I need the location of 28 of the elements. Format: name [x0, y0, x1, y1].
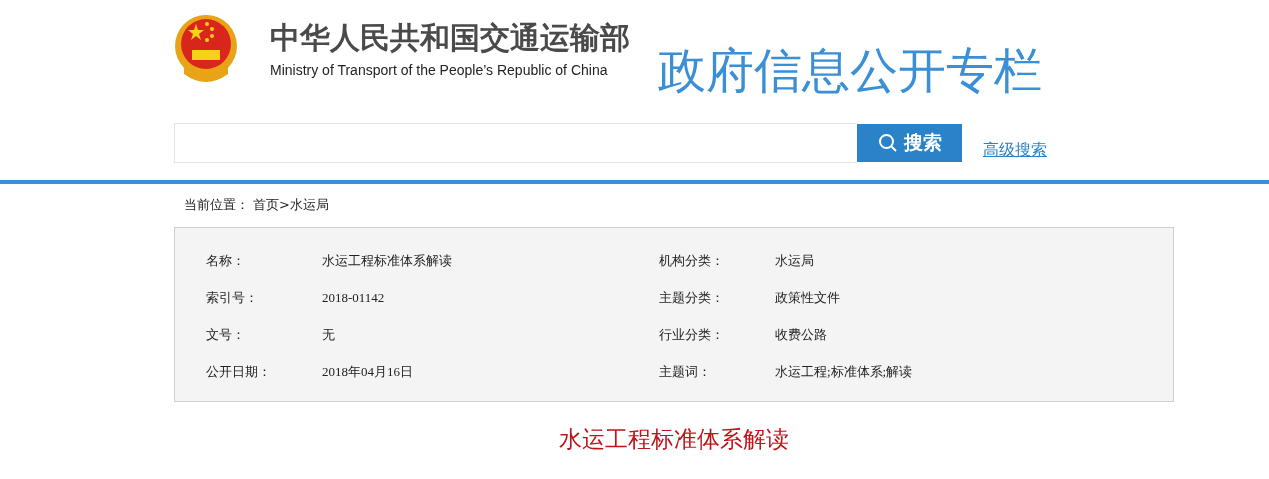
field-value: 水运局 — [775, 251, 814, 270]
field-label: 机构分类： — [659, 251, 725, 270]
field-value: 2018年04月16日 — [322, 362, 413, 381]
field-label: 文号： — [206, 325, 246, 344]
field-label: 索引号： — [206, 288, 259, 307]
field-value: 2018-01142 — [322, 289, 385, 306]
ministry-name-english: Ministry of Transport of the People’s Republic of China — [270, 62, 609, 78]
field-label: 行业分类： — [659, 325, 725, 344]
field-label: 主题词： — [659, 362, 712, 381]
search-icon — [877, 133, 898, 153]
article-title: 水运工程标准体系解读 — [559, 426, 789, 454]
emblem-icon — [174, 12, 238, 82]
breadcrumb-current: >水运局 — [279, 196, 329, 214]
field-label: 公开日期： — [206, 362, 272, 381]
field-label: 主题分类： — [659, 288, 725, 307]
advanced-search-link[interactable]: 高级搜索 — [983, 139, 1047, 161]
field-value: 政策性文件 — [775, 288, 840, 307]
search-button[interactable]: 搜索 — [857, 124, 962, 162]
field-value: 水运工程;标准体系;解读 — [775, 362, 913, 381]
section-title: 政府信息公开专栏 — [658, 42, 1042, 98]
field-value: 无 — [322, 325, 335, 344]
breadcrumb-label: 当前位置： — [184, 196, 249, 214]
breadcrumb-link[interactable]: 首页 — [253, 196, 279, 214]
search-field[interactable] — [174, 123, 857, 163]
ministry-name: 中华人民共和国交通运输部 — [270, 20, 630, 56]
field-value: 收费公路 — [775, 325, 827, 344]
field-label: 名称： — [206, 251, 246, 270]
field-value: 水运工程标准体系解读 — [322, 251, 452, 270]
